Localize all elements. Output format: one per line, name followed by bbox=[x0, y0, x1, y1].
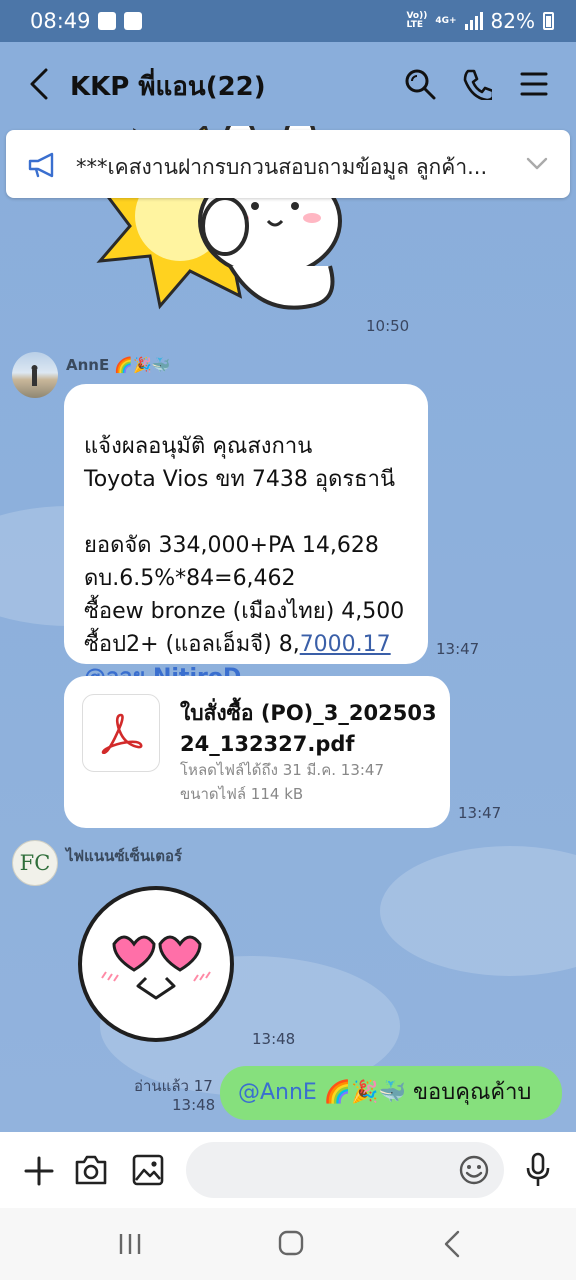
read-status: อ่านแล้ว 17 bbox=[134, 1077, 213, 1095]
message-line: Toyota Vios ขท 7438 อุดรธานี bbox=[84, 467, 395, 492]
file-expiry: โหลดไฟล์ได้ถึง 31 มี.ค. 13:47 bbox=[180, 761, 385, 779]
phone-number-link[interactable]: 7000.17 bbox=[300, 632, 391, 657]
message-input[interactable] bbox=[186, 1142, 504, 1198]
message-line: ซื้อป2+ (แอลเอ็มจี) 8, bbox=[84, 632, 300, 657]
file-meta: โหลดไฟล์ได้ถึง 31 มี.ค. 13:47 ขนาดไฟล์ 11… bbox=[180, 758, 384, 806]
menu-icon[interactable] bbox=[520, 72, 548, 96]
mention-link[interactable]: @AnnE 🌈🎉🐳 bbox=[238, 1080, 406, 1105]
message-line: ซื้อew bronze (เมืองไทย) 4,500 bbox=[84, 599, 405, 624]
volte-indicator: Vo)) LTE bbox=[406, 11, 428, 30]
message-input-bar bbox=[0, 1132, 576, 1208]
file-name[interactable]: ใบสั่งซื้อ (PO)_3_202503 24_132327.pdf bbox=[180, 698, 437, 760]
chat-area[interactable]: 10:50 AnnE 🌈🎉🐳 แจ้งผลอนุมัติ คุณสงกาน To… bbox=[0, 126, 576, 1132]
search-icon[interactable] bbox=[404, 68, 436, 100]
status-bar: 08:49 Vo)) LTE 4G+ 82% bbox=[0, 0, 576, 42]
emoji-icon[interactable] bbox=[458, 1154, 490, 1186]
message-time: 13:47 bbox=[458, 804, 502, 822]
back-icon[interactable] bbox=[28, 68, 50, 100]
battery-percent: 82% bbox=[490, 9, 535, 33]
anne-avatar-image bbox=[31, 365, 38, 386]
plus-icon[interactable] bbox=[24, 1156, 54, 1186]
status-time: 08:49 bbox=[30, 9, 91, 33]
message-time: 13:48 bbox=[172, 1096, 216, 1114]
image-icon[interactable] bbox=[132, 1154, 164, 1186]
acrobat-icon bbox=[101, 713, 143, 754]
announcement-banner[interactable]: ***เคสงานฝากรบกวนสอบถามข้อมูล ลูกค้า... bbox=[6, 130, 570, 198]
sender-name: AnnE 🌈🎉🐳 bbox=[66, 356, 171, 374]
nav-back-icon[interactable] bbox=[444, 1230, 460, 1258]
home-icon[interactable] bbox=[278, 1230, 304, 1256]
message-time: 13:47 bbox=[436, 640, 480, 658]
pdf-file-icon bbox=[82, 694, 160, 772]
gallery-notification-icon bbox=[124, 12, 142, 30]
message-line: แจ้งผลอนุมัติ คุณสงกาน bbox=[84, 434, 313, 459]
battery-icon bbox=[543, 12, 554, 30]
announcement-text: ***เคสงานฝากรบกวนสอบถามข้อมูล ลูกค้า... bbox=[76, 155, 488, 179]
message-line: ดบ.6.5%*84=6,462 bbox=[84, 566, 296, 591]
chat-header: KKP พี่แอน(22) bbox=[0, 42, 576, 126]
phone-icon[interactable] bbox=[462, 68, 492, 100]
megaphone-icon bbox=[28, 152, 54, 178]
status-right: Vo)) LTE 4G+ 82% bbox=[406, 9, 554, 33]
heart-eyes-sticker-image bbox=[78, 886, 234, 1042]
signal-icon bbox=[464, 12, 483, 30]
file-message-bubble[interactable]: ใบสั่งซื้อ (PO)_3_202503 24_132327.pdf โห… bbox=[64, 676, 450, 828]
checkbox-notification-icon bbox=[98, 12, 116, 30]
message-time: 10:50 bbox=[366, 317, 410, 335]
chevron-down-icon[interactable] bbox=[526, 157, 548, 171]
heart-eyes-sticker[interactable] bbox=[76, 886, 236, 1044]
data-type-indicator: 4G+ bbox=[435, 15, 457, 26]
microphone-icon[interactable] bbox=[526, 1152, 550, 1188]
camera-icon[interactable] bbox=[74, 1154, 108, 1186]
system-nav-bar bbox=[0, 1208, 576, 1280]
my-message-bubble[interactable]: @AnnE 🌈🎉🐳 ขอบคุณค้าบ bbox=[220, 1066, 562, 1120]
message-line: ยอดจัด 334,000+PA 14,628 bbox=[84, 533, 379, 558]
sender-name: ไฟแนนซ์เซ็นเตอร์ bbox=[66, 847, 183, 865]
recent-apps-icon[interactable] bbox=[118, 1232, 142, 1256]
file-size: ขนาดไฟล์ 114 kB bbox=[180, 785, 304, 803]
finance-center-avatar[interactable]: FC bbox=[12, 840, 58, 886]
message-time: 13:48 bbox=[252, 1030, 296, 1048]
text-message-bubble[interactable]: แจ้งผลอนุมัติ คุณสงกาน Toyota Vios ขท 74… bbox=[64, 384, 428, 690]
message-text: ขอบคุณค้าบ bbox=[406, 1080, 532, 1105]
chat-title: KKP พี่แอน(22) bbox=[70, 72, 266, 102]
anne-avatar[interactable] bbox=[12, 352, 58, 398]
